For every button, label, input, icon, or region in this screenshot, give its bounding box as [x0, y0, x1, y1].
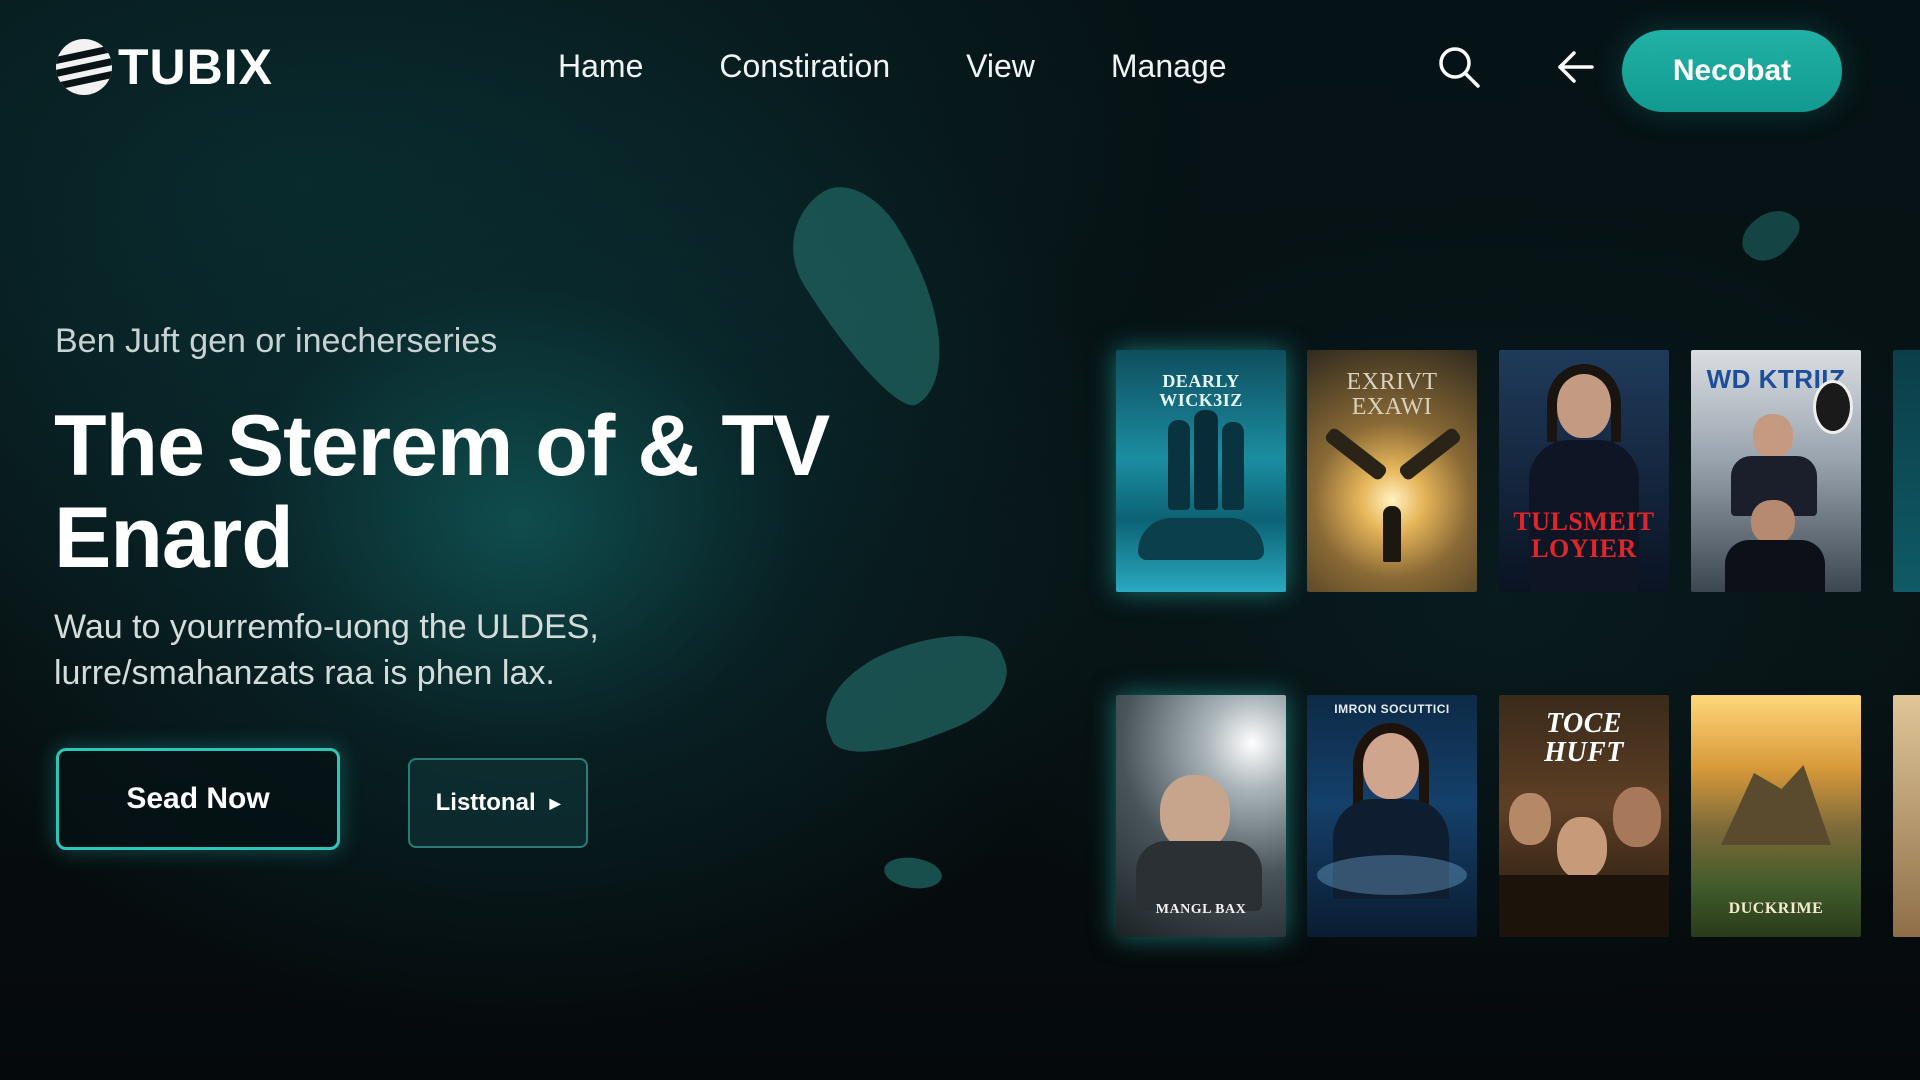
hero-description-line-1: Wau to yourremfo-uong the ULDES,	[54, 608, 599, 646]
poster-portrait	[1813, 380, 1853, 434]
additional-button-label: Listtonal	[435, 789, 536, 816]
start-now-button[interactable]: Sead Now	[56, 748, 340, 850]
header-cta-button[interactable]: Necobat	[1622, 30, 1842, 112]
poster-shape	[1397, 426, 1463, 482]
poster-splash	[1317, 855, 1467, 895]
back-arrow-icon[interactable]	[1552, 44, 1598, 90]
hero-title: The Sterem of & TV Enard	[54, 400, 914, 584]
main-nav: Hame Constiration View Manage	[558, 48, 1227, 85]
hero-title-line-2: Enard	[54, 490, 294, 586]
caret-right-icon: ▶	[549, 794, 561, 811]
poster-hair	[1353, 723, 1429, 807]
poster-card[interactable]: WD KTRIIZ	[1691, 350, 1861, 592]
poster-title: TULSMEIT LOYIER	[1513, 507, 1655, 564]
poster-title: IMRON SOCUTTICI	[1334, 702, 1450, 716]
poster-figure	[1168, 420, 1190, 510]
search-icon[interactable]	[1436, 44, 1482, 90]
top-bar: TUBIX Hame Constiration View Manage Neco…	[0, 0, 1920, 140]
logo-text: TUBIX	[118, 39, 273, 95]
poster-title: MANGL BAX	[1155, 902, 1247, 917]
poster-card[interactable]: EXRIVT EXAWI	[1307, 350, 1477, 592]
poster-card[interactable]: TULSMEIT LOYIER	[1499, 350, 1669, 592]
poster-figure	[1222, 422, 1244, 510]
poster-figure	[1194, 410, 1218, 510]
poster-card-partial[interactable]	[1893, 350, 1920, 592]
poster-card[interactable]: MANGL BAX	[1116, 695, 1286, 937]
poster-card[interactable]: TOCE HUFT	[1499, 695, 1669, 937]
poster-face	[1509, 793, 1551, 845]
poster-mountain	[1721, 765, 1831, 845]
hero-description-line-2: lurre/smahanzats raa is phen lax.	[54, 654, 555, 692]
poster-figure	[1725, 540, 1825, 592]
poster-shape	[1323, 426, 1389, 482]
logo[interactable]: TUBIX	[56, 38, 273, 96]
poster-title: TOCE HUFT	[1544, 708, 1624, 769]
nav-item-constiration[interactable]: Constiration	[719, 48, 890, 85]
poster-card[interactable]: DEARLY WICK3IZ	[1116, 350, 1286, 592]
nav-item-home[interactable]: Hame	[558, 48, 643, 85]
hero-title-line-1: The Sterem of & TV	[54, 398, 830, 494]
nav-item-manage[interactable]: Manage	[1111, 48, 1227, 85]
poster-face	[1613, 787, 1661, 847]
poster-vehicle	[1138, 518, 1264, 560]
poster-face	[1753, 414, 1793, 458]
poster-card[interactable]: DUCKRIME	[1691, 695, 1861, 937]
poster-figure	[1136, 841, 1262, 911]
poster-face	[1557, 817, 1607, 879]
poster-figure	[1383, 506, 1401, 562]
hero-eyebrow: Ben Juft gen or inecherseries	[55, 322, 498, 360]
nav-item-view[interactable]: View	[966, 48, 1035, 85]
poster-card[interactable]: IMRON SOCUTTICI	[1307, 695, 1477, 937]
poster-face	[1751, 500, 1795, 544]
hero-description: Wau to yourremfo-uong the ULDES, lurre/s…	[54, 604, 774, 696]
poster-figure	[1499, 875, 1669, 937]
poster-face	[1160, 775, 1230, 851]
poster-title: DEARLY WICK3IZ	[1159, 371, 1243, 410]
poster-title: EXRIVT EXAWI	[1346, 369, 1438, 421]
poster-hair	[1547, 364, 1621, 442]
logo-globe-icon	[56, 39, 112, 95]
poster-card-partial[interactable]	[1893, 695, 1920, 937]
additional-button[interactable]: Listtonal ▶	[408, 758, 588, 848]
poster-title: DUCKRIME	[1728, 900, 1824, 917]
